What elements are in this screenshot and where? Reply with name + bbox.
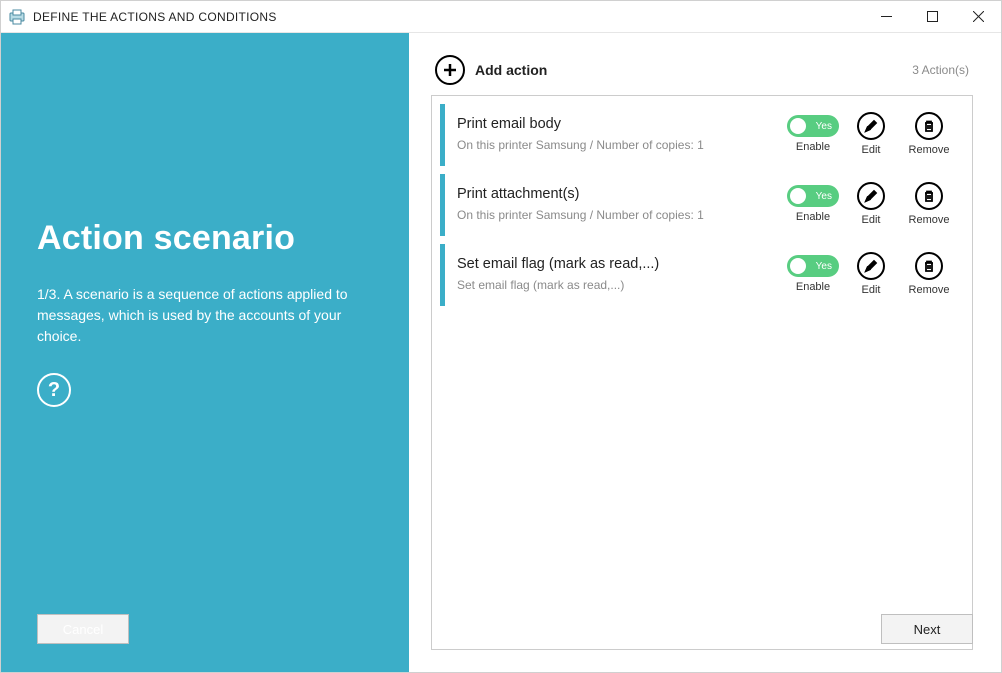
pencil-icon	[864, 119, 878, 133]
toggle-knob	[790, 258, 806, 274]
page-description: 1/3. A scenario is a sequence of actions…	[37, 284, 367, 347]
action-item-text: Print email body On this printer Samsung…	[457, 116, 784, 152]
action-item: Print email body On this printer Samsung…	[440, 104, 964, 166]
remove-column: Remove	[900, 252, 958, 296]
enable-column: Yes Enable	[784, 115, 842, 153]
page-title: Action scenario	[37, 219, 373, 258]
help-icon: ?	[48, 379, 60, 402]
action-item-subtitle: Set email flag (mark as read,...)	[457, 278, 784, 292]
enable-label: Enable	[796, 281, 830, 293]
window-body: Action scenario 1/3. A scenario is a seq…	[1, 33, 1001, 672]
minimize-button[interactable]	[863, 1, 909, 32]
trash-icon	[922, 189, 936, 203]
enable-toggle[interactable]: Yes	[787, 255, 839, 277]
cancel-button[interactable]: Cancel	[37, 614, 129, 644]
pencil-icon	[864, 259, 878, 273]
edit-label: Edit	[862, 144, 881, 156]
next-button-label: Next	[914, 622, 941, 637]
enable-label: Enable	[796, 211, 830, 223]
edit-button[interactable]	[857, 182, 885, 210]
action-item-subtitle: On this printer Samsung / Number of copi…	[457, 208, 784, 222]
edit-column: Edit	[842, 182, 900, 226]
remove-column: Remove	[900, 182, 958, 226]
action-item-subtitle: On this printer Samsung / Number of copi…	[457, 138, 784, 152]
action-item-title: Set email flag (mark as read,...)	[457, 256, 784, 272]
enable-column: Yes Enable	[784, 255, 842, 293]
enable-toggle[interactable]: Yes	[787, 185, 839, 207]
remove-label: Remove	[909, 284, 950, 296]
next-button[interactable]: Next	[881, 614, 973, 644]
edit-column: Edit	[842, 252, 900, 296]
close-button[interactable]	[955, 1, 1001, 32]
plus-icon	[435, 55, 465, 85]
enable-column: Yes Enable	[784, 185, 842, 223]
remove-column: Remove	[900, 112, 958, 156]
edit-label: Edit	[862, 214, 881, 226]
trash-icon	[922, 259, 936, 273]
enable-toggle[interactable]: Yes	[787, 115, 839, 137]
toggle-text: Yes	[816, 261, 832, 272]
titlebar-left: DEFINE THE ACTIONS AND CONDITIONS	[9, 9, 277, 25]
main-panel: Add action 3 Action(s) Print email body …	[409, 33, 1001, 672]
action-item-title: Print email body	[457, 116, 784, 132]
remove-button[interactable]	[915, 182, 943, 210]
window-title: DEFINE THE ACTIONS AND CONDITIONS	[33, 10, 277, 24]
remove-button[interactable]	[915, 112, 943, 140]
app-icon	[9, 9, 25, 25]
cancel-button-label: Cancel	[63, 622, 103, 637]
add-action-label: Add action	[475, 62, 547, 78]
action-item: Print attachment(s) On this printer Sams…	[440, 174, 964, 236]
add-action-button[interactable]: Add action	[435, 55, 547, 85]
enable-label: Enable	[796, 141, 830, 153]
edit-button[interactable]	[857, 112, 885, 140]
action-item-text: Print attachment(s) On this printer Sams…	[457, 186, 784, 222]
remove-label: Remove	[909, 144, 950, 156]
action-count: 3 Action(s)	[912, 63, 969, 77]
add-action-row: Add action 3 Action(s)	[431, 55, 973, 85]
action-list: Print email body On this printer Samsung…	[431, 95, 973, 650]
toggle-text: Yes	[816, 121, 832, 132]
sidebar: Action scenario 1/3. A scenario is a seq…	[1, 33, 409, 672]
edit-column: Edit	[842, 112, 900, 156]
maximize-button[interactable]	[909, 1, 955, 32]
app-window: DEFINE THE ACTIONS AND CONDITIONS Action…	[0, 0, 1002, 673]
trash-icon	[922, 119, 936, 133]
action-item: Set email flag (mark as read,...) Set em…	[440, 244, 964, 306]
action-item-title: Print attachment(s)	[457, 186, 784, 202]
edit-button[interactable]	[857, 252, 885, 280]
help-button[interactable]: ?	[37, 373, 71, 407]
remove-label: Remove	[909, 214, 950, 226]
remove-button[interactable]	[915, 252, 943, 280]
action-item-text: Set email flag (mark as read,...) Set em…	[457, 256, 784, 292]
window-controls	[863, 1, 1001, 32]
edit-label: Edit	[862, 284, 881, 296]
titlebar: DEFINE THE ACTIONS AND CONDITIONS	[1, 1, 1001, 33]
pencil-icon	[864, 189, 878, 203]
toggle-knob	[790, 188, 806, 204]
toggle-text: Yes	[816, 191, 832, 202]
toggle-knob	[790, 118, 806, 134]
